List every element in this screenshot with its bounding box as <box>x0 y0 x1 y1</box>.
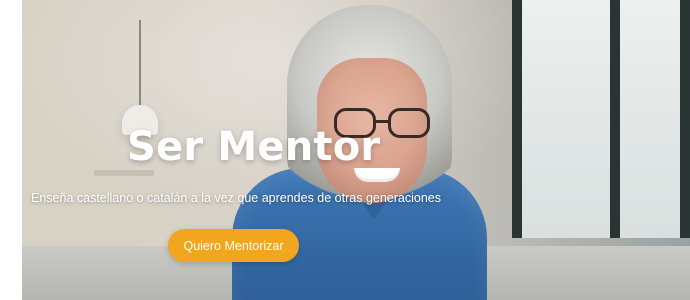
glasses-lens-right <box>388 108 430 138</box>
hero-background-window <box>512 0 690 238</box>
window-mullion <box>610 0 620 238</box>
person-glasses <box>324 108 444 144</box>
quiero-mentorizar-button[interactable]: Quiero Mentorizar <box>168 229 299 262</box>
glasses-bridge <box>376 120 388 123</box>
glasses-lens-left <box>334 108 376 138</box>
hero-banner <box>22 0 690 300</box>
kitchen-shelf <box>94 170 154 176</box>
page: Ser Mentor Enseña castellano o catalán a… <box>0 0 690 300</box>
person-smile <box>354 168 400 182</box>
pendant-lamp <box>120 20 160 140</box>
